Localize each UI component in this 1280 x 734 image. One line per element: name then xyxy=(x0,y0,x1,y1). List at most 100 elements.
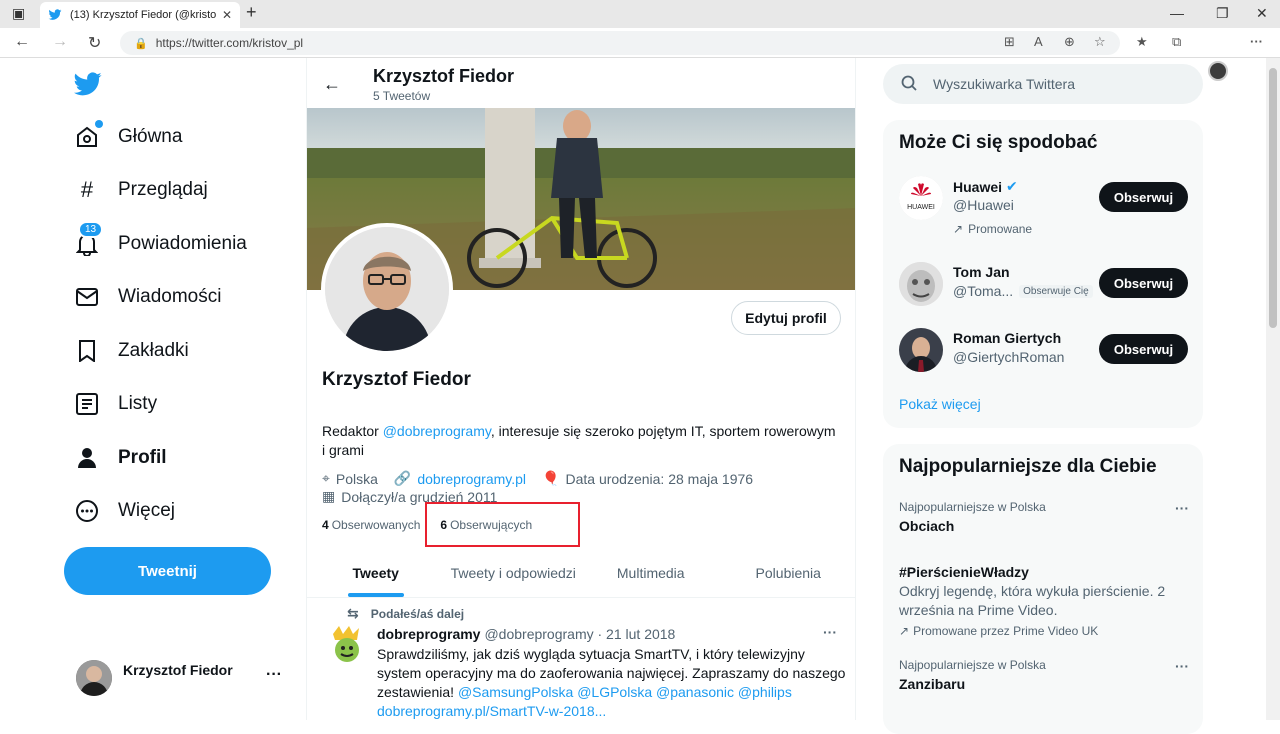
browser-tab-strip: ▣ (13) Krzysztof Fiedor (@kristov_pl ✕ +… xyxy=(0,0,1280,28)
trend-item-promoted[interactable]: #PierścienieWładzy Odkryj legendę, która… xyxy=(899,560,1189,638)
follows-you-badge: Obserwuje Cię xyxy=(1019,284,1093,298)
trend-title: #PierścienieWładzy xyxy=(899,564,1029,580)
tweet-handle-date[interactable]: @dobreprogramy · 21 lut 2018 xyxy=(484,626,675,642)
trend-description: Odkryj legendę, która wykuła pierścienie… xyxy=(899,583,1166,618)
suggestion-roman-giertych[interactable]: Roman Giertych @GiertychRoman Obserwuj xyxy=(899,328,1189,378)
promoted-label: ↗ Promowane xyxy=(953,222,1033,236)
notification-dot xyxy=(95,120,103,128)
nav-label: Powiadomienia xyxy=(118,233,247,254)
search-input[interactable]: Wyszukiwarka Twittera xyxy=(883,64,1203,104)
trend-more-icon[interactable]: ··· xyxy=(1175,500,1189,516)
collections-icon[interactable]: ⧉ xyxy=(1172,34,1181,50)
profile-name: Krzysztof Fiedor xyxy=(322,369,471,390)
tab-tweets-replies[interactable]: Tweety i odpowiedzi xyxy=(445,548,583,597)
header-name: Krzysztof Fiedor xyxy=(373,66,515,86)
zoom-icon[interactable]: ⊕ xyxy=(1064,34,1075,50)
maximize-icon[interactable]: ❐ xyxy=(1216,5,1229,22)
minimize-icon[interactable]: — xyxy=(1170,5,1184,21)
back-icon[interactable]: ← xyxy=(14,33,30,51)
nav-notifications[interactable]: 13 Powiadomienia xyxy=(74,221,247,257)
nav-bookmarks[interactable]: Zakładki xyxy=(74,338,189,364)
right-sidebar: Wyszukiwarka Twittera Może Ci się spodob… xyxy=(856,58,1266,734)
favorites-bar-icon[interactable]: ★ xyxy=(1136,34,1148,50)
settings-more-icon[interactable]: ··· xyxy=(1250,34,1263,49)
tweet-more-icon[interactable]: ··· xyxy=(823,624,837,640)
back-arrow-icon[interactable]: ← xyxy=(323,74,341,95)
huawei-avatar: HUAWEI xyxy=(899,176,943,220)
mail-icon xyxy=(74,284,100,310)
scrollbar-thumb[interactable] xyxy=(1269,68,1277,328)
trend-item[interactable]: Najpopularniejsze w Polska Zanzibaru ··· xyxy=(899,658,1189,692)
list-icon xyxy=(74,391,100,417)
promoted-icon: ↗ xyxy=(953,222,964,236)
website-link[interactable]: dobreprogramy.pl xyxy=(417,471,526,487)
svg-text:HUAWEI: HUAWEI xyxy=(907,204,935,211)
new-tab-icon[interactable]: + xyxy=(246,2,257,23)
scrollbar[interactable] xyxy=(1266,58,1280,720)
more-icon xyxy=(74,498,100,524)
account-more-icon[interactable]: ··· xyxy=(266,666,282,684)
tweet-button[interactable]: Tweetnij xyxy=(64,547,271,595)
profile-bio: Redaktor @dobreprogramy, interesuje się … xyxy=(322,422,842,460)
suggestion-handle: @Huawei xyxy=(953,197,1014,213)
trend-context: Najpopularniejsze w Polska xyxy=(899,500,1046,514)
follow-button[interactable]: Obserwuj xyxy=(1099,182,1188,212)
tab-tweets[interactable]: Tweety xyxy=(307,548,445,597)
notification-badge: 13 xyxy=(78,221,104,238)
profile-avatar[interactable] xyxy=(321,223,453,355)
close-tab-icon[interactable]: ✕ xyxy=(222,8,232,22)
tweet-text: Sprawdziliśmy, jak dziś wygląda sytuacja… xyxy=(377,645,847,720)
nav-label: Listy xyxy=(118,393,158,414)
nav-label: Profil xyxy=(118,447,167,468)
suggestion-tom-jan[interactable]: Tom Jan @Toma... Obserwuje Cię Obserwuj xyxy=(899,262,1189,312)
url-text: https://twitter.com/kristov_pl xyxy=(155,36,304,50)
trend-promoted: ↗ Promowane przez Prime Video UK xyxy=(899,624,1099,638)
tweet-mentions[interactable]: @SamsungPolska @LGPolska @panasonic @phi… xyxy=(458,684,792,700)
edit-profile-button[interactable]: Edytuj profil xyxy=(731,301,841,335)
read-aloud-icon[interactable]: A xyxy=(1034,34,1043,49)
trend-more-icon[interactable]: ··· xyxy=(1175,658,1189,674)
tab-media[interactable]: Multimedia xyxy=(582,548,720,597)
trend-context: Najpopularniejsze w Polska xyxy=(899,658,1046,672)
twitter-favicon-icon xyxy=(48,8,62,22)
forward-icon[interactable]: → xyxy=(52,33,68,51)
tab-likes[interactable]: Polubienia xyxy=(720,548,856,597)
nav-more[interactable]: Więcej xyxy=(74,498,175,524)
follow-button[interactable]: Obserwuj xyxy=(1099,334,1188,364)
bio-text: Redaktor xyxy=(322,423,383,439)
nav-messages[interactable]: Wiadomości xyxy=(74,284,221,310)
close-window-icon[interactable]: ✕ xyxy=(1256,5,1268,22)
reload-icon[interactable]: ↻ xyxy=(88,33,101,53)
address-bar[interactable]: 🔒 https://twitter.com/kristov_pl xyxy=(120,31,1120,55)
nav-explore[interactable]: # Przeglądaj xyxy=(74,177,208,203)
tab-actions-icon[interactable]: ▣ xyxy=(12,5,25,22)
trend-item[interactable]: Najpopularniejsze w Polska Obciach ··· xyxy=(899,500,1189,534)
birthday-text: Data urodzenia: 28 maja 1976 xyxy=(565,470,754,487)
suggestion-name: Huawei ✔ xyxy=(953,178,1018,195)
twitter-logo-icon[interactable] xyxy=(74,72,102,96)
browser-tab[interactable]: (13) Krzysztof Fiedor (@kristov_pl ✕ xyxy=(40,2,240,28)
nav-label: Przeglądaj xyxy=(118,179,208,200)
retweet-label: Podałeś/aś dalej xyxy=(370,606,465,621)
app-icon[interactable]: ⊞ xyxy=(1004,34,1015,50)
following-link[interactable]: 4 Obserwowanych xyxy=(322,518,420,532)
tweet-link[interactable]: dobreprogramy.pl/SmartTV-w-2018... xyxy=(377,703,606,719)
bell-icon: 13 xyxy=(74,221,104,257)
follow-button[interactable]: Obserwuj xyxy=(1099,268,1188,298)
trends-title: Najpopularniejsze dla Ciebie xyxy=(899,456,1157,477)
tweet-author-name[interactable]: dobreprogramy xyxy=(377,626,480,642)
show-more-link[interactable]: Pokaż więcej xyxy=(899,396,981,412)
account-switcher[interactable]: Krzysztof Fiedor ··· xyxy=(76,660,296,700)
bio-mention-link[interactable]: @dobreprogramy xyxy=(383,423,491,439)
roman-giertych-avatar xyxy=(899,328,943,372)
suggestion-name: Tom Jan xyxy=(953,264,1010,280)
favorite-icon[interactable]: ☆ xyxy=(1094,34,1106,50)
lock-icon: 🔒 xyxy=(134,37,148,50)
suggestion-huawei[interactable]: HUAWEI Huawei ✔ @Huawei ↗ Promowane Obserw… xyxy=(899,176,1189,246)
browser-toolbar: ← → ↻ 🔒 https://twitter.com/kristov_pl ⊞… xyxy=(0,28,1280,81)
nav-home[interactable]: Główna xyxy=(74,120,182,150)
following-count: 4 xyxy=(322,518,329,532)
nav-profile[interactable]: Profil xyxy=(74,445,167,471)
tweet-author-avatar[interactable] xyxy=(327,624,367,668)
nav-lists[interactable]: Listy xyxy=(74,391,157,417)
